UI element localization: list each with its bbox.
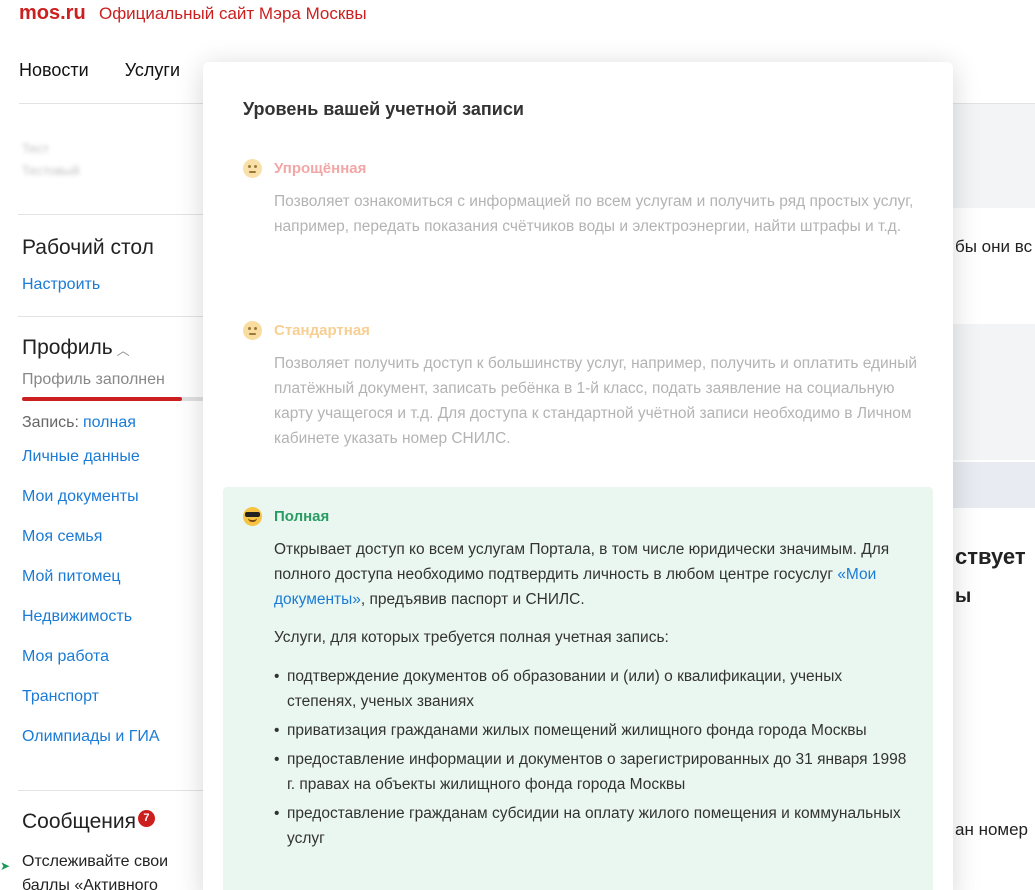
- menu-item-my-work[interactable]: Моя работа: [22, 645, 204, 685]
- record-value-link[interactable]: полная: [83, 414, 136, 431]
- list-item: приватизация гражданами жилых помещений …: [274, 718, 914, 743]
- messages-title[interactable]: Сообщения: [22, 810, 136, 834]
- blurred-line: Тестовый: [22, 163, 80, 178]
- level-name: Упрощённая: [274, 159, 367, 177]
- menu-item-my-pet[interactable]: Мой питомец: [22, 565, 204, 605]
- services-list: подтверждение документов об образовании …: [274, 664, 914, 851]
- blurred-line: Тест: [22, 141, 49, 156]
- divider: [18, 790, 218, 791]
- profile-menu: Личные данные Мои документы Моя семья Мо…: [22, 445, 204, 765]
- desktop-title: Рабочий стол: [22, 236, 154, 259]
- level-description: Позволяет получить доступ к большинству …: [274, 355, 918, 447]
- menu-item-personal-data[interactable]: Личные данные: [22, 445, 204, 485]
- divider: [18, 316, 218, 317]
- bg-panel: [953, 104, 1035, 208]
- menu-item-transport[interactable]: Транспорт: [22, 685, 204, 725]
- profile-title: Профиль: [22, 336, 113, 359]
- relieved-face-icon: [243, 320, 262, 340]
- level-head: Упрощённая: [243, 157, 913, 179]
- record-label: Запись:: [22, 414, 79, 431]
- modal-title: Уровень вашей учетной записи: [243, 99, 524, 119]
- neutral-face-icon: [243, 158, 262, 178]
- bg-panel: [953, 462, 1035, 508]
- background-content: бы они вс ствует ы ан номер: [953, 104, 1035, 890]
- nav-item-news[interactable]: Новости: [19, 60, 89, 81]
- list-item: предоставление гражданам субсидии на опл…: [274, 801, 914, 851]
- site-title[interactable]: Официальный сайт Мэра Москвы: [99, 4, 367, 23]
- list-item: подтверждение документов об образовании …: [274, 664, 914, 714]
- profile-progress-bar: [22, 397, 204, 401]
- account-record: Запись: полная: [22, 414, 204, 432]
- bg-panel: [953, 324, 1035, 460]
- profile-section: Профиль ︿ Профиль заполнен Запись: полная …: [22, 336, 204, 765]
- level-standard: Стандартная Позволяет получить доступ к …: [223, 319, 933, 451]
- level-head: Стандартная: [243, 319, 913, 341]
- level-description: Позволяет ознакомиться с информацией по …: [274, 193, 914, 235]
- nav-item-services[interactable]: Услуги: [125, 60, 180, 81]
- menu-item-real-estate[interactable]: Недвижимость: [22, 605, 204, 645]
- profile-progress-fill: [22, 397, 183, 401]
- logo[interactable]: mos.ru: [19, 2, 86, 24]
- account-level-modal: Уровень вашей учетной записи Упрощённая …: [203, 62, 953, 890]
- profile-header[interactable]: Профиль ︿: [22, 336, 204, 360]
- top-navigation: Новости Услуги: [19, 60, 180, 81]
- level-description: Открывает доступ ко всем услугам Портала…: [274, 537, 914, 612]
- bg-heading: ствует: [955, 544, 1026, 569]
- sunglasses-face-icon: [243, 506, 262, 526]
- message-preview[interactable]: Отслеживайте свои баллы «Активного: [22, 850, 212, 890]
- messages-count-badge: 7: [137, 810, 155, 827]
- desktop-section: Рабочий стол Настроить: [22, 236, 154, 294]
- bg-heading: ы: [955, 586, 972, 607]
- sidebar: Тест Тестовый Рабочий стол Настроить Про…: [0, 130, 218, 890]
- messages-section: Сообщения 7 ➤ Отслеживайте свои баллы «Ак…: [0, 810, 212, 890]
- menu-item-my-family[interactable]: Моя семья: [22, 525, 204, 565]
- level-name: Стандартная: [274, 321, 370, 339]
- menu-item-my-documents[interactable]: Мои документы: [22, 485, 204, 525]
- level-name: Полная: [274, 507, 330, 525]
- list-item: предоставление информации и документов о…: [274, 747, 914, 797]
- desc-text: Открывает доступ ко всем услугам Портала…: [274, 541, 890, 583]
- desc-text: , предъявив паспорт и СНИЛС.: [360, 591, 585, 608]
- bg-text: бы они вс: [955, 237, 1033, 256]
- level-simplified: Упрощённая Позволяет ознакомиться с инфо…: [223, 157, 933, 239]
- services-intro: Услуги, для которых требуется полная уче…: [274, 629, 669, 646]
- bg-text: ан номер: [955, 820, 1029, 839]
- profile-progress-label: Профиль заполнен: [22, 371, 165, 388]
- configure-link[interactable]: Настроить: [22, 276, 154, 294]
- level-full: Полная Открывает доступ ко всем услугам …: [223, 487, 933, 890]
- level-head: Полная: [243, 505, 913, 527]
- site-header: mos.ru Официальный сайт Мэра Москвы: [19, 2, 367, 25]
- divider: [18, 214, 218, 215]
- chevron-up-icon: ︿: [116, 343, 130, 359]
- menu-item-olympiads[interactable]: Олимпиады и ГИА: [22, 725, 204, 765]
- user-info-blurred: Тест Тестовый: [22, 130, 204, 190]
- arrow-icon: ➤: [0, 859, 11, 873]
